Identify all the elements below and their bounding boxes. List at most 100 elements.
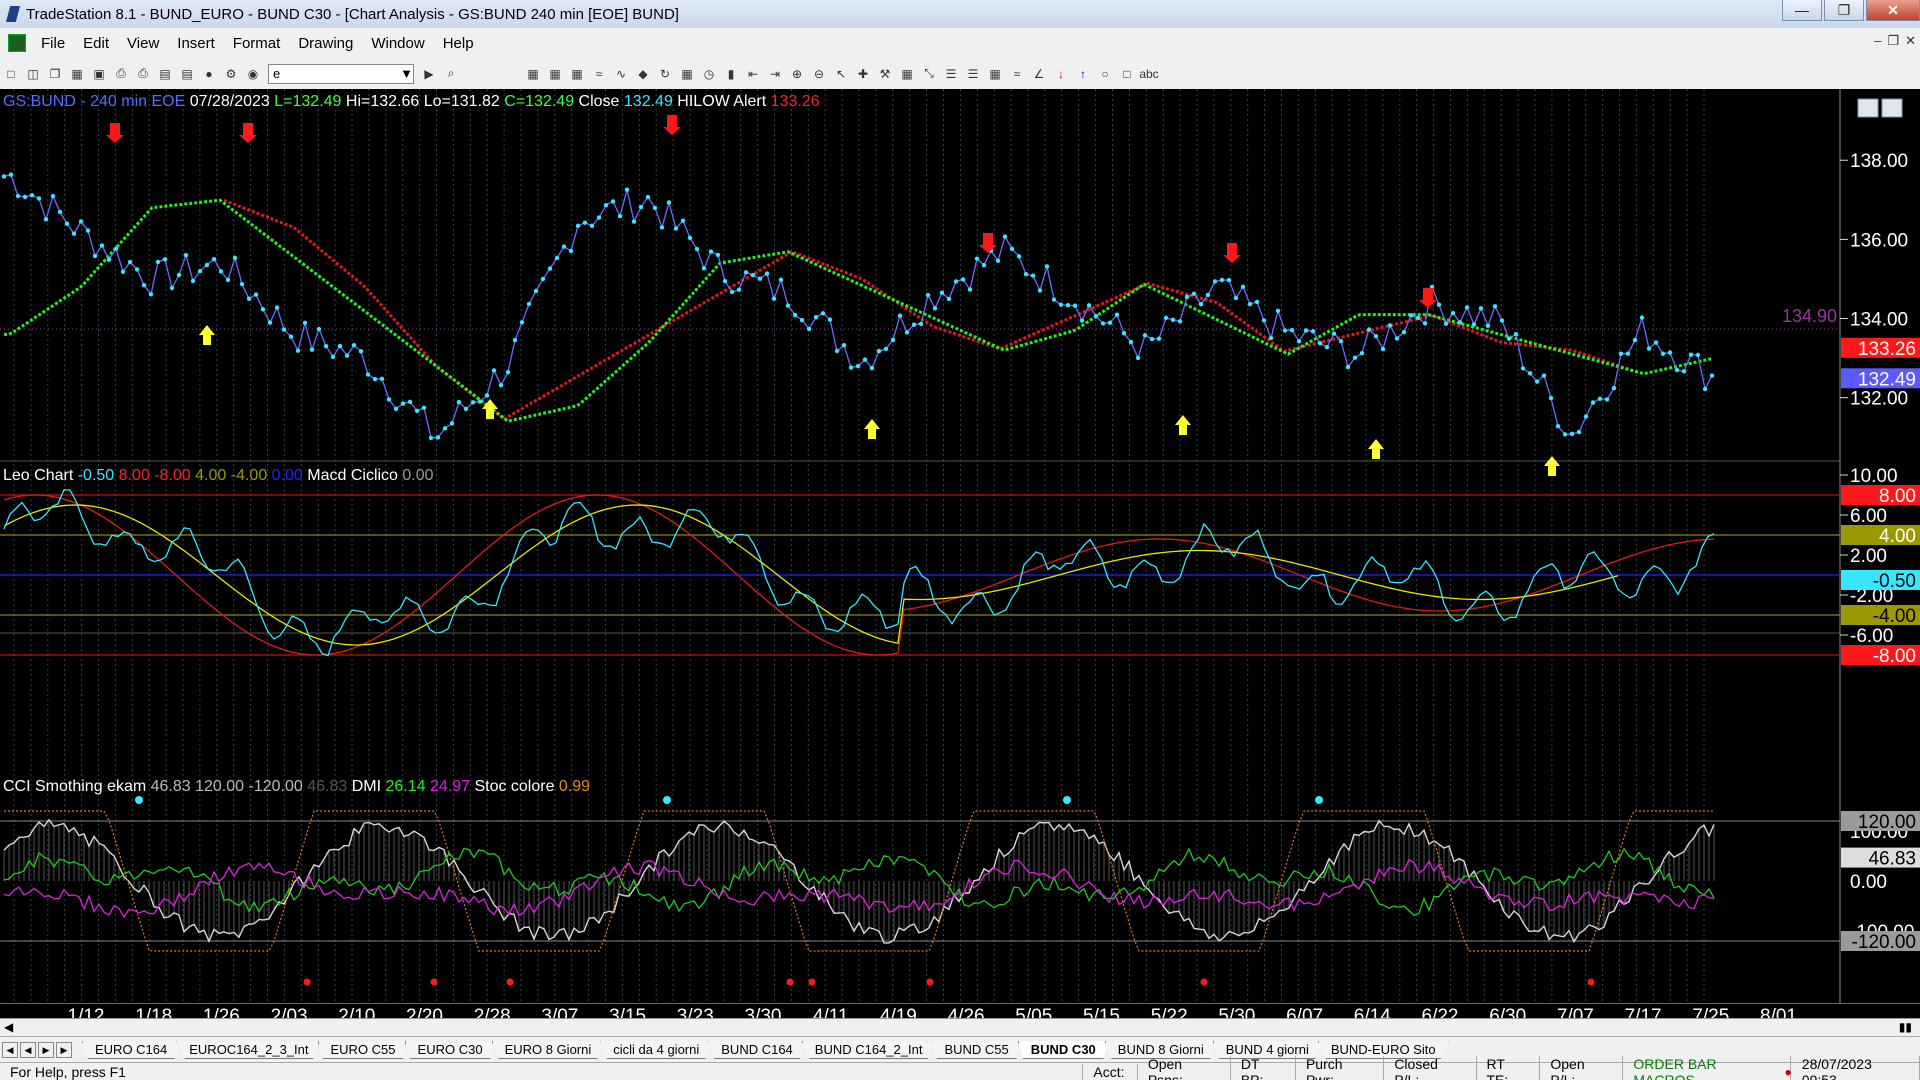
price-point [512, 337, 518, 343]
pane-restore-icon[interactable] [1881, 98, 1903, 118]
tab-first-icon[interactable]: ◀ [2, 1042, 18, 1058]
horizontal-lines-icon[interactable]: ☰ [964, 65, 982, 83]
price-point [610, 199, 616, 204]
chart-scrollbar[interactable]: ◀ ▮▮ [0, 1018, 1920, 1037]
print-preview-icon[interactable]: ⎙ [134, 65, 152, 83]
close-button[interactable]: ✕ [1866, 0, 1920, 21]
new-icon[interactable]: □ [2, 65, 20, 83]
menu-format[interactable]: Format [224, 35, 290, 52]
tab-cicli-da-4-giorni[interactable]: cicli da 4 giorni [600, 1041, 713, 1059]
rectangle-icon[interactable]: □ [1118, 65, 1136, 83]
zoom-out-icon[interactable]: ⊖ [810, 65, 828, 83]
chart-window-icon[interactable] [8, 34, 26, 52]
tab-bund-c164[interactable]: BUND C164 [708, 1041, 806, 1059]
price-point [1611, 385, 1617, 391]
price-point [99, 243, 105, 248]
tab-bund-c30[interactable]: BUND C30 [1017, 1041, 1109, 1059]
tools-icon[interactable]: ⚒ [876, 65, 894, 83]
menu-insert[interactable]: Insert [168, 35, 224, 52]
speed-lines-icon[interactable]: ∠ [1030, 65, 1048, 83]
arrow-down-icon[interactable]: ↓ [1052, 65, 1070, 83]
tab-euroc164-2-3-int[interactable]: EUROC164_2_3_Int [176, 1041, 322, 1059]
indicator-icon[interactable]: ◉ [244, 65, 262, 83]
chart-canvas[interactable]: GS:BUND - 240 min EOE 07/28/2023 L=132.4… [0, 89, 1920, 1003]
order-bar-macros[interactable]: ORDER BAR MACROS [1623, 1056, 1791, 1080]
tab-euro-c30[interactable]: EURO C30 [404, 1041, 496, 1059]
zoom-in-icon[interactable]: ⊕ [788, 65, 806, 83]
format-icon[interactable]: ▦ [898, 65, 916, 83]
price-point [1324, 345, 1330, 350]
pane-minimize-icon[interactable] [1857, 98, 1879, 118]
clock-icon[interactable]: ◷ [700, 65, 718, 83]
chevron-down-icon[interactable]: ▼ [400, 66, 413, 81]
pointer-icon[interactable]: ↖ [832, 65, 850, 83]
save-icon[interactable]: ▣ [90, 65, 108, 83]
compress-icon[interactable]: ⇤ [744, 65, 762, 83]
tab-euro-c164[interactable]: EURO C164 [82, 1041, 181, 1059]
trendline-icon[interactable]: ⤡ [920, 65, 938, 83]
open-icon[interactable]: ◫ [24, 65, 42, 83]
matrix-icon[interactable]: ▦ [678, 65, 696, 83]
tab-euro-c55[interactable]: EURO C55 [317, 1041, 409, 1059]
scan-icon[interactable]: ◆ [634, 65, 652, 83]
find-icon[interactable]: ⌕ [442, 65, 460, 83]
expand-icon[interactable]: ⇥ [766, 65, 784, 83]
menu-edit[interactable]: Edit [74, 35, 118, 52]
workspace-icon[interactable]: ▦ [68, 65, 86, 83]
layout-icon[interactable]: ▦ [524, 65, 542, 83]
price-point [736, 287, 742, 292]
scroll-thumb-icon[interactable]: ▮▮ [1899, 1020, 1912, 1034]
price-point [64, 221, 70, 226]
lock-icon[interactable]: ● [200, 65, 218, 83]
window2-icon[interactable]: ▤ [178, 65, 196, 83]
minimize-button[interactable]: — [1782, 0, 1822, 21]
mdi-close-icon[interactable]: ✕ [1905, 33, 1916, 49]
tab-bund-c55[interactable]: BUND C55 [931, 1041, 1022, 1059]
window-icon[interactable]: ▤ [156, 65, 174, 83]
purch-pwr-label: Purch Pwr: [1296, 1056, 1385, 1080]
text-tool-icon[interactable]: abc [1139, 65, 1158, 83]
price-point [1009, 246, 1015, 252]
maximize-button[interactable]: ❐ [1824, 0, 1864, 21]
price-point [1541, 373, 1547, 378]
crosshair-icon[interactable]: ✚ [854, 65, 872, 83]
circle-icon[interactable]: ○ [1096, 65, 1114, 83]
price-point [421, 405, 427, 410]
fib-icon[interactable]: ≈ [1008, 65, 1026, 83]
price-point [1667, 350, 1673, 355]
mdi-restore-icon[interactable]: ❐ [1887, 33, 1899, 49]
menu-window[interactable]: Window [362, 35, 433, 52]
menu-file[interactable]: File [32, 35, 74, 52]
symbol-combobox[interactable]: e ▼ [268, 63, 414, 84]
chart-icon[interactable]: ≈ [590, 65, 608, 83]
price-point [274, 305, 280, 310]
channel-icon[interactable]: ▦ [986, 65, 1004, 83]
tab-next-icon[interactable]: ▶ [38, 1042, 54, 1058]
price-point [645, 194, 651, 200]
radar-icon[interactable]: ∿ [612, 65, 630, 83]
chart-analysis-window[interactable]: GS:BUND - 240 min EOE 07/28/2023 L=132.4… [0, 89, 1920, 1003]
bar-chart-icon[interactable]: ▮ [722, 65, 740, 83]
price-point [890, 337, 896, 343]
layout2-icon[interactable]: ▦ [546, 65, 564, 83]
price-point [1534, 379, 1540, 384]
scroll-left-icon[interactable]: ◀ [4, 1020, 13, 1034]
play-icon[interactable]: ▶ [420, 65, 438, 83]
grid-icon[interactable]: ▦ [568, 65, 586, 83]
menu-help[interactable]: Help [434, 35, 483, 52]
tab-euro-8-giorni[interactable]: EURO 8 Giorni [491, 1041, 605, 1059]
menu-drawing[interactable]: Drawing [289, 35, 362, 52]
menu-view[interactable]: View [118, 35, 168, 52]
vertical-lines-icon[interactable]: ☰ [942, 65, 960, 83]
tab-last-icon[interactable]: ▶ [56, 1042, 72, 1058]
status-bar: For Help, press F1 Acct: Open Psns: DT B… [0, 1056, 1920, 1080]
sync-icon[interactable]: ↻ [656, 65, 674, 83]
arrow-up-icon[interactable]: ↑ [1074, 65, 1092, 83]
strategy-icon[interactable]: ⚙ [222, 65, 240, 83]
mdi-minimize-icon[interactable]: – [1874, 33, 1881, 49]
copy-icon[interactable]: ❐ [46, 65, 64, 83]
price-point [813, 314, 819, 320]
print-icon[interactable]: ⎙ [112, 65, 130, 83]
tab-bund-c164-2-int[interactable]: BUND C164_2_Int [801, 1041, 936, 1059]
tab-prev-icon[interactable]: ◀ [20, 1042, 36, 1058]
